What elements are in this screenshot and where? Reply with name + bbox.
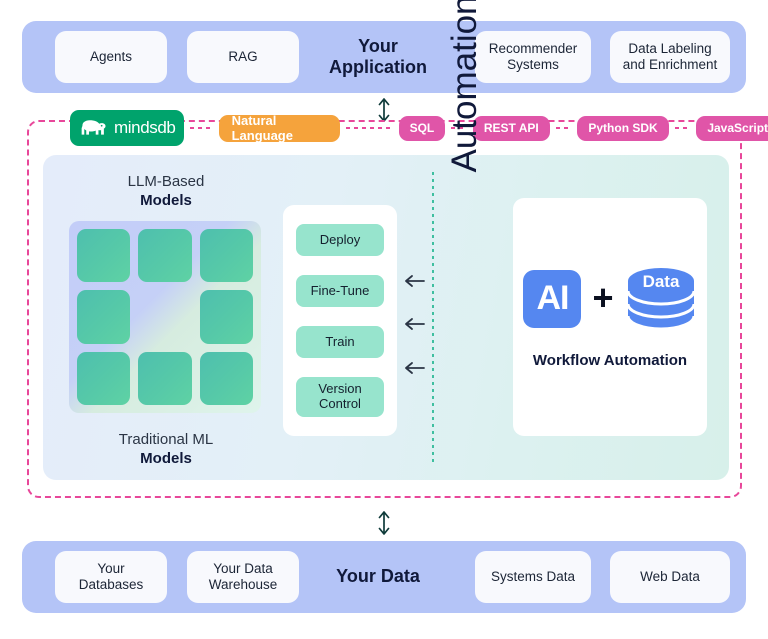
database-cylinder-icon: Data	[626, 267, 696, 330]
ops-pill-version-control-line1: Version	[318, 381, 362, 397]
chip-data-labeling-line1: Data Labeling	[628, 40, 712, 56]
flow-arrow-2	[403, 317, 425, 331]
badge-javascript-sdk-label: JavaScript SDK	[707, 121, 768, 135]
model-grid-cell	[199, 290, 253, 344]
ops-pill-version-control[interactable]: Version Control	[296, 377, 384, 417]
your-application-title-line2: Application	[329, 57, 427, 77]
plus-icon: +	[592, 277, 614, 319]
ops-pill-train-label: Train	[325, 333, 355, 349]
ai-badge: AI	[523, 269, 582, 328]
traditional-ml-models-label-line1: Traditional ML	[118, 431, 214, 448]
workflow-automation-caption: Workflow Automation	[532, 351, 688, 369]
ops-pill-deploy-label: Deploy	[319, 231, 361, 247]
model-grid-cell	[77, 351, 131, 405]
model-ops-card: Deploy Fine-Tune Train Version Control	[283, 205, 397, 436]
chip-recommender-systems-line1: Recommender	[488, 40, 578, 56]
your-data-title: Your Data	[336, 566, 420, 587]
flow-arrow-1	[403, 274, 425, 288]
chip-agents-label: Agents	[89, 48, 133, 64]
ops-pill-fine-tune[interactable]: Fine-Tune	[296, 275, 384, 307]
model-grid-cell	[199, 229, 253, 283]
flow-arrow-3	[403, 361, 425, 375]
database-label: Data	[642, 272, 679, 291]
arrow-left-icon	[405, 275, 425, 287]
dotted-link-2	[345, 127, 393, 129]
chip-data-labeling-line2: and Enrichment	[622, 57, 718, 72]
chip-systems-data-label: Systems Data	[490, 568, 576, 584]
model-grid-cell	[199, 351, 253, 405]
arrow-left-icon	[405, 318, 425, 330]
llm-based-models-label-line2: Models	[140, 192, 192, 210]
chip-your-data-warehouse-line2: Warehouse	[208, 577, 278, 592]
badge-rest-api-label: REST API	[483, 121, 539, 135]
arrow-left-icon	[405, 362, 425, 374]
mindsdb-wordmark: mindsdb	[114, 118, 176, 137]
llm-based-models-label: LLM-Based Models	[76, 172, 256, 210]
ai-badge-label: AI	[536, 279, 569, 317]
ops-pill-deploy[interactable]: Deploy	[296, 224, 384, 256]
chip-your-databases-line1: Your	[97, 560, 125, 576]
badge-natural-language-label: Natural Language	[231, 113, 293, 143]
elephant-icon	[81, 119, 106, 135]
model-grid-cell	[138, 351, 192, 405]
dotted-link-4	[555, 127, 572, 129]
badge-javascript-sdk[interactable]: JavaScript SDK	[696, 115, 768, 141]
model-grid-cell-empty	[138, 290, 191, 343]
badge-sql-label: SQL	[409, 121, 435, 135]
diagram-canvas: Agents RAG Your Application Recommender …	[0, 0, 768, 639]
chip-agents[interactable]: Agents	[55, 31, 167, 83]
workflow-automation-card: AI + Data Workflow Automation	[513, 198, 707, 436]
model-grid-cell	[77, 290, 131, 344]
chip-web-data[interactable]: Web Data	[610, 551, 730, 603]
ops-pill-train[interactable]: Train	[296, 326, 384, 358]
ai-plus-data-row: AI + Data	[523, 266, 696, 332]
badge-python-sdk-label: Python SDK	[588, 121, 658, 135]
double-arrow-vertical-icon	[378, 511, 390, 535]
chip-your-databases-line2: Databases	[78, 577, 144, 592]
chip-your-data-warehouse[interactable]: Your Data Warehouse	[187, 551, 299, 603]
dotted-link-1	[190, 127, 213, 129]
chip-your-databases[interactable]: Your Databases	[55, 551, 167, 603]
chip-rag[interactable]: RAG	[187, 31, 299, 83]
model-grid-cell	[138, 229, 192, 283]
model-grid	[69, 221, 261, 413]
traditional-ml-models-label: Traditional ML Models	[76, 430, 256, 468]
badge-python-sdk[interactable]: Python SDK	[577, 115, 669, 141]
badge-sql[interactable]: SQL	[398, 115, 446, 141]
your-data-band: Your Databases Your Data Warehouse Your …	[22, 541, 746, 613]
your-application-title-line1: Your	[358, 35, 398, 56]
automation-label: Automation	[445, 0, 484, 173]
chip-web-data-label: Web Data	[640, 568, 700, 584]
model-grid-cell	[77, 229, 131, 283]
llm-based-models-label-line1: LLM-Based	[127, 173, 205, 190]
traditional-ml-models-label-line2: Models	[140, 450, 192, 468]
chip-data-labeling[interactable]: Data Labeling and Enrichment	[610, 31, 730, 83]
ops-pill-fine-tune-label: Fine-Tune	[310, 282, 370, 298]
interface-row: mindsdb Natural Language SQL REST API Py…	[70, 110, 768, 146]
chip-systems-data[interactable]: Systems Data	[475, 551, 591, 603]
badge-natural-language[interactable]: Natural Language	[218, 113, 340, 143]
chip-your-data-warehouse-line1: Your Data	[213, 560, 273, 576]
chip-recommender-systems-line2: Systems	[507, 57, 559, 72]
dotted-link-5	[674, 127, 691, 129]
mindsdb-logo[interactable]: mindsdb	[70, 110, 185, 146]
chip-recommender-systems[interactable]: Recommender Systems	[475, 31, 591, 83]
your-application-band: Agents RAG Your Application Recommender …	[22, 21, 746, 93]
your-application-title: Your Application	[299, 36, 457, 78]
chip-rag-label: RAG	[228, 48, 258, 64]
ops-pill-version-control-line2: Control	[319, 396, 361, 411]
panel-divider	[432, 172, 434, 463]
connector-arrow-bottom	[374, 510, 394, 536]
